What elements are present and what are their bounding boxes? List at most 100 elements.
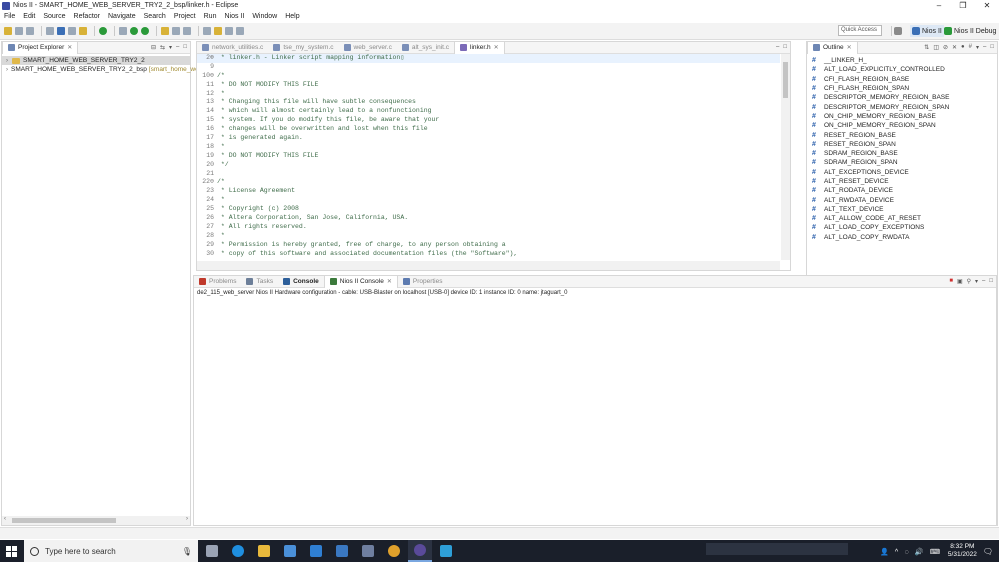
save-all-icon[interactable] — [26, 27, 34, 35]
taskbar-search-box[interactable]: Type here to search 🎙 — [24, 540, 198, 562]
keyboard-icon[interactable]: ⌨ — [930, 549, 940, 556]
outline-item[interactable]: # ALT_ALLOW_CODE_AT_RESET — [807, 214, 997, 223]
close-icon[interactable]: ✕ — [847, 44, 852, 51]
expand-arrow-icon[interactable]: › — [6, 67, 8, 73]
outline-item[interactable]: # ALT_EXCEPTIONS_DEVICE — [807, 168, 997, 177]
tab-console[interactable]: Console — [278, 276, 324, 288]
hide-fields-icon[interactable]: ◫ — [933, 44, 939, 51]
microphone-icon[interactable]: 🎙 — [182, 547, 192, 556]
annotation-icon[interactable] — [183, 27, 191, 35]
tab-problems[interactable]: Problems — [194, 276, 241, 288]
outline-item[interactable]: # __LINKER_H_ — [807, 56, 997, 65]
open-perspective-button[interactable] — [894, 25, 904, 37]
outline-item[interactable]: # ALT_RODATA_DEVICE — [807, 186, 997, 195]
build-icon[interactable] — [46, 27, 54, 35]
outline-item[interactable]: # SDRAM_REGION_BASE — [807, 149, 997, 158]
tab-properties[interactable]: Properties — [398, 276, 448, 288]
last-edit-icon[interactable] — [214, 27, 222, 35]
outline-item[interactable]: # ALT_LOAD_COPY_RWDATA — [807, 233, 997, 242]
tab-tasks[interactable]: Tasks — [241, 276, 278, 288]
outline-item[interactable]: # DESCRIPTOR_MEMORY_REGION_BASE — [807, 93, 997, 102]
menu-project[interactable]: Project — [170, 13, 200, 20]
maximize-button[interactable]: ❐ — [951, 0, 975, 11]
tab-project-explorer[interactable]: Project Explorer ✕ — [2, 41, 79, 54]
build-all-icon[interactable] — [57, 27, 65, 35]
run-icon[interactable] — [130, 27, 138, 35]
outline-item[interactable]: # RESET_REGION_BASE — [807, 130, 997, 139]
external-tools-icon[interactable] — [141, 27, 149, 35]
horizontal-scrollbar[interactable]: ‹ › — [2, 516, 190, 525]
minimize-button[interactable]: – — [927, 0, 951, 11]
search-icon[interactable] — [172, 27, 180, 35]
hide-nonpublic-icon[interactable]: ● — [961, 44, 965, 51]
tab-outline[interactable]: Outline ✕ — [807, 41, 858, 54]
network-icon[interactable]: ◌ — [904, 549, 908, 556]
menu-window[interactable]: Window — [248, 13, 281, 20]
scroll-left-icon[interactable]: ‹ — [4, 516, 6, 522]
minimize-view-icon[interactable]: – — [776, 44, 779, 50]
pin-editor-icon[interactable] — [203, 27, 211, 35]
task-view-icon[interactable] — [200, 540, 224, 562]
view-menu-icon[interactable]: ▾ — [976, 44, 979, 51]
maximize-view-icon[interactable]: □ — [989, 278, 993, 285]
file-explorer-icon[interactable] — [252, 540, 276, 562]
hide-static-icon[interactable]: ⊘ — [943, 44, 948, 51]
chrome-icon[interactable] — [382, 540, 406, 562]
close-icon[interactable]: ✕ — [387, 278, 392, 285]
view-menu-icon[interactable]: ▾ — [975, 278, 978, 285]
outline-item[interactable]: # ALT_LOAD_COPY_EXCEPTIONS — [807, 223, 997, 232]
minimize-view-icon[interactable]: – — [176, 44, 179, 51]
menu-nios-ii[interactable]: Nios II — [220, 13, 248, 20]
mail-icon[interactable] — [304, 540, 328, 562]
save-icon[interactable] — [15, 27, 23, 35]
outline-item[interactable]: # CFI_FLASH_REGION_SPAN — [807, 84, 997, 93]
outline-item[interactable]: # ALT_LOAD_EXPLICITLY_CONTROLLED — [807, 65, 997, 74]
new-icon[interactable] — [4, 27, 12, 35]
code-editor[interactable]: 2⊕ * linker.h - Linker script mapping in… — [197, 54, 780, 260]
menu-file[interactable]: File — [0, 13, 19, 20]
tree-item-project[interactable]: › SMART_HOME_WEB_SERVER_TRY2_2 — [2, 56, 190, 65]
vertical-scrollbar[interactable] — [781, 54, 790, 260]
perspective-nios-ii-debug[interactable]: Nios II Debug — [944, 25, 996, 37]
close-icon[interactable]: ✕ — [494, 44, 499, 51]
matlab-icon[interactable] — [356, 540, 380, 562]
scrollbar-thumb[interactable] — [783, 62, 788, 98]
edge-icon[interactable] — [226, 540, 250, 562]
display-console-icon[interactable]: ▣ — [957, 278, 963, 285]
horizontal-scrollbar[interactable] — [197, 261, 780, 270]
volume-icon[interactable]: 🔊 — [915, 549, 924, 556]
outline-item[interactable]: # RESET_REGION_SPAN — [807, 140, 997, 149]
tab-alt-sys-init[interactable]: alt_sys_init.c — [397, 42, 454, 54]
outline-item[interactable]: # ALT_RESET_DEVICE — [807, 177, 997, 186]
pin-console-icon[interactable]: ⚲ — [967, 278, 971, 285]
tree-item-bsp-project[interactable]: › SMART_HOME_WEB_SERVER_TRY2_2_bsp [smar… — [2, 65, 202, 74]
menu-edit[interactable]: Edit — [19, 13, 39, 20]
tab-tse-my-system[interactable]: tse_my_system.c — [268, 42, 338, 54]
back-icon[interactable] — [225, 27, 233, 35]
app-icon[interactable] — [330, 540, 354, 562]
clean-icon[interactable] — [68, 27, 76, 35]
menu-source[interactable]: Source — [39, 13, 69, 20]
sort-icon[interactable]: ⇅ — [924, 44, 929, 51]
scrollbar-thumb[interactable] — [12, 518, 116, 523]
scroll-right-icon[interactable]: › — [186, 516, 188, 522]
menu-help[interactable]: Help — [281, 13, 303, 20]
tab-nios-ii-console[interactable]: Nios II Console ✕ — [323, 275, 398, 288]
maximize-view-icon[interactable]: □ — [183, 44, 187, 51]
view-menu-icon[interactable]: ▾ — [169, 44, 172, 51]
forward-icon[interactable] — [236, 27, 244, 35]
link-editor-icon[interactable]: ⇆ — [160, 44, 165, 51]
tab-linker-h[interactable]: linker.h ✕ — [454, 41, 505, 54]
eclipse-icon[interactable] — [408, 540, 432, 562]
close-icon[interactable]: ✕ — [67, 44, 72, 51]
tab-network-utilities[interactable]: network_utilities.c — [197, 42, 268, 54]
outline-item[interactable]: # SDRAM_REGION_SPAN — [807, 158, 997, 167]
menu-refactor[interactable]: Refactor — [70, 13, 104, 20]
outline-item[interactable]: # CFI_FLASH_REGION_BASE — [807, 75, 997, 84]
refresh-icon[interactable] — [99, 27, 107, 35]
notifications-icon[interactable]: 🗨 — [983, 547, 993, 556]
outline-item[interactable]: # ALT_TEXT_DEVICE — [807, 205, 997, 214]
collapse-all-icon[interactable]: ⊟ — [151, 44, 156, 51]
terminate-icon[interactable]: ■ — [949, 278, 953, 285]
outline-item[interactable]: # DESCRIPTOR_MEMORY_REGION_SPAN — [807, 102, 997, 111]
